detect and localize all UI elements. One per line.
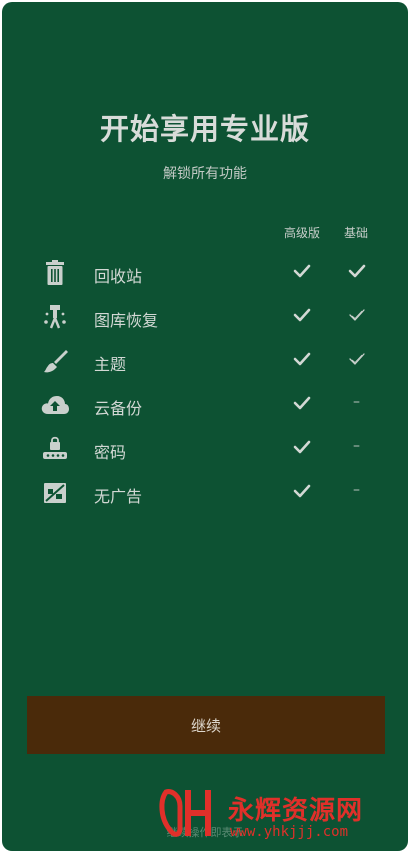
watermark-url: www.yhkjjj.com bbox=[230, 824, 349, 840]
feature-row-no-ads: 无广告 – bbox=[2, 473, 408, 513]
premium-screen: 开始享用专业版 解锁所有功能 高级版 基础 回收站 图库恢复 主题 云备份 – … bbox=[2, 2, 408, 851]
check-icon bbox=[292, 305, 312, 325]
feature-label: 图库恢复 bbox=[94, 311, 159, 330]
column-header-pro: 高级版 bbox=[284, 226, 321, 240]
feature-label: 无广告 bbox=[94, 487, 143, 506]
feature-row-theme: 主题 bbox=[2, 341, 408, 381]
cloud-upload-icon bbox=[38, 391, 72, 419]
feature-row-gallery-restore: 图库恢复 bbox=[2, 297, 408, 337]
watermark-brand: 永辉资源网 bbox=[228, 796, 364, 826]
password-icon bbox=[38, 435, 72, 463]
check-icon bbox=[292, 437, 312, 457]
check-outline-icon bbox=[347, 305, 367, 325]
check-icon bbox=[292, 393, 312, 413]
check-icon bbox=[292, 349, 312, 369]
check-outline-icon bbox=[347, 349, 367, 369]
no-ads-icon bbox=[38, 479, 72, 507]
unavailable-dash: – bbox=[353, 394, 360, 410]
feature-label: 云备份 bbox=[94, 399, 143, 418]
feature-label: 密码 bbox=[94, 443, 127, 462]
column-header-basic: 基础 bbox=[344, 226, 369, 240]
feature-label: 主题 bbox=[94, 355, 127, 374]
feature-row-cloud-backup: 云备份 – bbox=[2, 385, 408, 425]
continue-button[interactable]: 继续 bbox=[27, 696, 385, 754]
watermark-emblem-icon bbox=[159, 789, 211, 837]
page-subtitle: 解锁所有功能 bbox=[163, 166, 247, 182]
feature-row-password: 密码 – bbox=[2, 429, 408, 469]
unavailable-dash: – bbox=[353, 438, 360, 454]
brush-icon bbox=[38, 347, 72, 375]
watermark-logo: 永辉资源网 www.yhkjjj.com bbox=[158, 786, 398, 846]
feature-row-recycle-bin: 回收站 bbox=[2, 253, 408, 293]
check-icon bbox=[292, 261, 312, 281]
page-title: 开始享用专业版 bbox=[99, 112, 310, 146]
trash-icon bbox=[38, 259, 72, 287]
check-icon bbox=[347, 261, 367, 281]
check-icon bbox=[292, 481, 312, 501]
photo-restore-icon bbox=[38, 303, 72, 331]
unavailable-dash: – bbox=[353, 482, 360, 498]
feature-label: 回收站 bbox=[94, 267, 143, 286]
